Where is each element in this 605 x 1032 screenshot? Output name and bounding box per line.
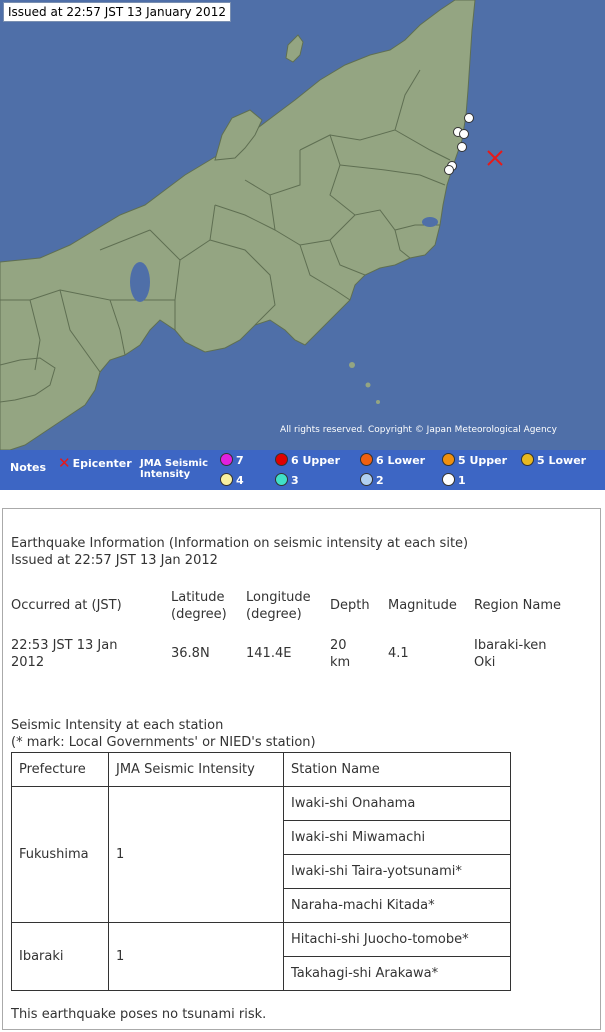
- station-intensity-table: Prefecture JMA Seismic Intensity Station…: [11, 752, 511, 991]
- station-marker: [464, 113, 474, 123]
- intensity-4-dot: [220, 473, 233, 486]
- map-canvas: [0, 0, 605, 450]
- value-depth-line1: 20: [330, 638, 347, 653]
- header-magnitude: Magnitude: [388, 598, 457, 613]
- table-row: Ibaraki 1 Hitachi-shi Juocho-tomobe*: [11, 922, 511, 991]
- legend-intensity-1: 1: [442, 473, 466, 487]
- intensity-5-lower-dot: [521, 453, 534, 466]
- info-title-line1: Earthquake Information (Information on s…: [11, 536, 469, 551]
- earthquake-info-panel: Earthquake Information (Information on s…: [2, 508, 601, 1030]
- legend-intensity-label: 4: [236, 474, 244, 487]
- value-magnitude: 4.1: [388, 646, 409, 661]
- prefecture-cell: Ibaraki: [11, 922, 109, 991]
- legend-jma-label-line2: Intensity: [140, 469, 191, 480]
- legend-intensity-label: 6 Lower: [376, 454, 426, 467]
- value-occurred: 22:53 JST 13 Jan 2012: [11, 637, 171, 671]
- intensity-6-lower-dot: [360, 453, 373, 466]
- header-longitude-line2: (degree): [246, 607, 302, 622]
- table-row: Fukushima 1 Iwaki-shi Onahama: [11, 786, 511, 923]
- legend-intensity-label: 6 Upper: [291, 454, 341, 467]
- header-depth: Depth: [330, 598, 370, 613]
- header-longitude-line1: Longitude: [246, 590, 311, 605]
- station-marker: [444, 165, 454, 175]
- legend-jma-label-line1: JMA Seismic: [140, 458, 209, 469]
- header-latitude-line2: (degree): [171, 607, 227, 622]
- tsunami-note: This earthquake poses no tsunami risk.: [11, 1007, 267, 1022]
- legend-intensity-label: 5 Lower: [537, 454, 587, 467]
- quake-header-row: Occurred at (JST) Latitude (degree) Longi…: [11, 589, 574, 623]
- value-region-line2: Oki: [474, 655, 496, 670]
- map-legend: Notes ✕ Epicenter JMA Seismic Intensity 7…: [0, 450, 605, 490]
- island: [376, 400, 380, 404]
- station-table-header: Prefecture JMA Seismic Intensity Station…: [11, 752, 511, 787]
- legend-intensity-7: 7: [220, 453, 244, 467]
- station-cell: Naraha-machi Kitada*: [283, 888, 511, 923]
- station-marker: [459, 129, 469, 139]
- quake-summary-table: Occurred at (JST) Latitude (degree) Longi…: [11, 589, 574, 671]
- legend-intensity-5-upper: 5 Upper: [442, 453, 507, 467]
- intensity-5-upper-dot: [442, 453, 455, 466]
- station-marker: [457, 142, 467, 152]
- intensity-map: Issued at 22:57 JST 13 January 2012 All …: [0, 0, 605, 490]
- stations-title-line2: (* mark: Local Governments' or NIED's st…: [11, 735, 316, 750]
- map-copyright: All rights reserved. Copyright © Japan M…: [280, 425, 557, 435]
- legend-intensity-label: 5 Upper: [458, 454, 508, 467]
- legend-intensity-5-lower: 5 Lower: [521, 453, 586, 467]
- legend-intensity-6-lower: 6 Lower: [360, 453, 425, 467]
- map-issued-label: Issued at 22:57 JST 13 January 2012: [3, 2, 231, 22]
- station-cell: Takahagi-shi Arakawa*: [283, 956, 511, 991]
- legend-intensity-3: 3: [275, 473, 299, 487]
- epicenter-icon: ✕: [58, 454, 71, 472]
- intensity-cell: 1: [108, 922, 284, 991]
- island: [349, 362, 355, 368]
- intensity-2-dot: [360, 473, 373, 486]
- legend-intensity-2: 2: [360, 473, 384, 487]
- legend-notes-label: Notes: [10, 461, 47, 474]
- header-longitude: Longitude (degree): [246, 589, 330, 623]
- lake-kasumigaura: [422, 217, 438, 227]
- value-depth-line2: km: [330, 655, 351, 670]
- legend-epicenter-label: Epicenter: [72, 457, 132, 470]
- prefecture-cell: Fukushima: [11, 786, 109, 923]
- value-occurred-line2: 2012: [11, 655, 45, 670]
- legend-intensity-label: 1: [458, 474, 466, 487]
- station-cell: Iwaki-shi Taira-yotsunami*: [283, 854, 511, 889]
- info-title: Earthquake Information (Information on s…: [11, 535, 468, 569]
- info-title-line2: Issued at 22:57 JST 13 Jan 2012: [11, 553, 218, 568]
- header-latitude: Latitude (degree): [171, 589, 246, 623]
- value-occurred-line1: 22:53 JST 13 Jan: [11, 638, 118, 653]
- col-intensity: JMA Seismic Intensity: [108, 752, 284, 787]
- intensity-cell: 1: [108, 786, 284, 923]
- intensity-7-dot: [220, 453, 233, 466]
- header-region: Region Name: [474, 598, 561, 613]
- value-depth: 20 km: [330, 637, 388, 671]
- stations-title-line1: Seismic Intensity at each station: [11, 718, 224, 733]
- stations-title: Seismic Intensity at each station (* mar…: [11, 717, 316, 751]
- legend-jma-label: JMA Seismic Intensity: [140, 458, 208, 480]
- value-latitude: 36.8N: [171, 646, 210, 661]
- value-region: Ibaraki-ken Oki: [474, 637, 574, 671]
- legend-intensity-label: 7: [236, 454, 244, 467]
- col-prefecture: Prefecture: [11, 752, 109, 787]
- intensity-1-dot: [442, 473, 455, 486]
- intensity-3-dot: [275, 473, 288, 486]
- col-station: Station Name: [283, 752, 511, 787]
- value-longitude: 141.4E: [246, 646, 292, 661]
- island: [365, 382, 371, 388]
- quake-value-row: 22:53 JST 13 Jan 2012 36.8N 141.4E 20 km 4…: [11, 637, 574, 671]
- legend-intensity-6-upper: 6 Upper: [275, 453, 340, 467]
- header-latitude-line1: Latitude: [171, 590, 225, 605]
- legend-intensity-label: 2: [376, 474, 384, 487]
- value-region-line1: Ibaraki-ken: [474, 638, 547, 653]
- legend-intensity-label: 3: [291, 474, 299, 487]
- legend-epicenter: ✕ Epicenter: [58, 454, 132, 472]
- station-cell: Hitachi-shi Juocho-tomobe*: [283, 922, 511, 957]
- intensity-6-upper-dot: [275, 453, 288, 466]
- station-cell: Iwaki-shi Miwamachi: [283, 820, 511, 855]
- legend-intensity-4: 4: [220, 473, 244, 487]
- station-cell: Iwaki-shi Onahama: [283, 786, 511, 821]
- header-occurred: Occurred at (JST): [11, 598, 122, 613]
- lake-biwa: [130, 262, 150, 302]
